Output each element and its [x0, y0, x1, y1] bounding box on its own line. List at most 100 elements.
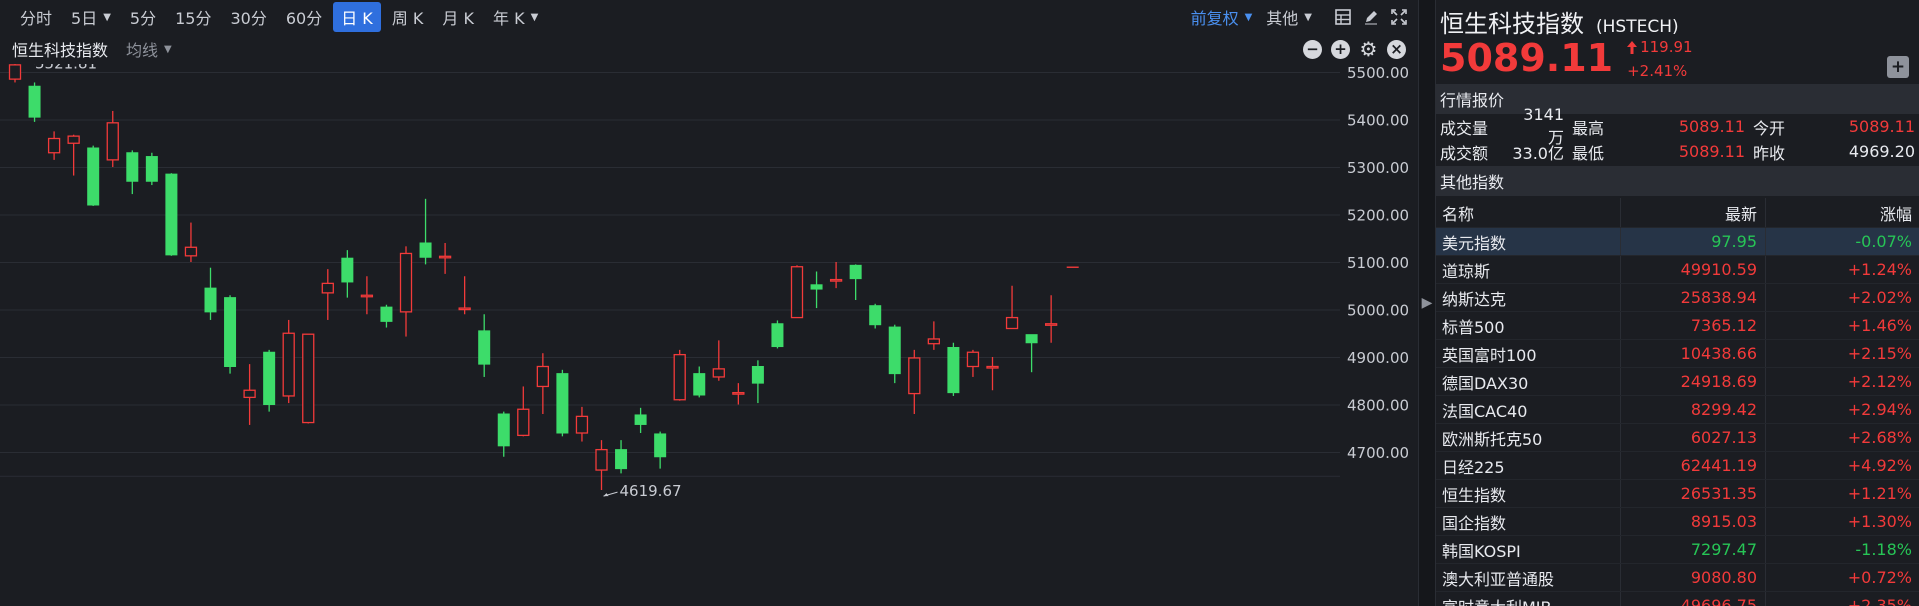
timeframe-tab[interactable]: 5日 ▼ — [63, 2, 119, 32]
candle-body-up — [106, 122, 119, 161]
zoom-out-icon[interactable]: − — [1303, 39, 1322, 59]
candle-body-up — [360, 294, 374, 298]
table-row[interactable]: 恒生指数 26531.35 +1.21% — [1436, 480, 1919, 508]
timeframe-tab[interactable]: 5分 — [122, 2, 164, 32]
timeframe-tab[interactable]: 月 K — [434, 2, 482, 32]
stat-label: 今开 — [1753, 118, 1786, 138]
candle-body-down — [165, 173, 178, 256]
collapse-arrow-icon[interactable]: ▶ — [1422, 295, 1433, 311]
candle-body-up — [927, 338, 940, 345]
change-amount: 119.91 — [1640, 38, 1693, 56]
timeframe-label: 5分 — [129, 9, 157, 28]
stat-label: 成交量 — [1440, 118, 1489, 138]
candle-body-up — [1005, 316, 1019, 330]
zoom-in-icon[interactable]: + — [1331, 39, 1350, 59]
candle-body-up — [184, 246, 198, 257]
grid-layout-icon[interactable] — [1332, 6, 1354, 28]
last-price-cell: 7297.47 — [1621, 536, 1766, 563]
other-section-header: 其他指数 — [1436, 166, 1919, 196]
timeframe-tab[interactable]: 日 K — [333, 2, 381, 32]
change-cell: -1.18% — [1855, 540, 1912, 559]
candle-body-down — [204, 287, 217, 313]
y-tick-label: 4700.00 — [1347, 444, 1409, 462]
pen-draw-icon[interactable] — [1360, 6, 1382, 28]
candle-body-down — [810, 284, 823, 290]
stat-row: 成交额 33.0亿 最低 5089.11 昨收 4969.20 — [1436, 139, 1919, 164]
other-dropdown[interactable]: 其他 ▼ — [1266, 5, 1312, 29]
toolbar-right: 前复权 ▼ 其他 ▼ — [1191, 0, 1410, 34]
timeframe-label: 60分 — [285, 9, 323, 28]
table-row[interactable]: 德国DAX30 24918.69 +2.12% — [1436, 368, 1919, 396]
close-icon[interactable]: × — [1387, 39, 1406, 59]
table-row[interactable]: 纳斯达克 25838.94 +2.02% — [1436, 284, 1919, 312]
change-cell: +2.68% — [1847, 428, 1912, 447]
adjust-dropdown[interactable]: 前复权 ▼ — [1191, 5, 1253, 29]
timeframe-label: 年 K — [493, 9, 525, 28]
y-tick-label: 5400.00 — [1347, 112, 1409, 130]
candle-body-down — [947, 347, 960, 394]
change-cell: +1.24% — [1847, 260, 1912, 279]
timeframe-tab[interactable]: 60分 — [278, 2, 330, 32]
candlestick-plot[interactable]: 5500.00 5400.00 5300.00 5200.00 5100.00 5000.… — [0, 64, 1418, 606]
change-percent: +2.41% — [1627, 62, 1688, 80]
table-header: 名称 最新 涨幅 — [1436, 198, 1919, 228]
column-header-chg[interactable]: 涨幅 — [1766, 198, 1916, 227]
candle-body-down — [771, 323, 784, 348]
add-watchlist-button[interactable]: + — [1887, 56, 1909, 78]
candle-body-up — [1045, 323, 1058, 326]
table-row[interactable]: 法国CAC40 8299.42 +2.94% — [1436, 396, 1919, 424]
index-code: (HSTECH) — [1596, 17, 1679, 37]
table-row[interactable]: 欧洲斯托克50 6027.13 +2.68% — [1436, 424, 1919, 452]
timeframe-tab[interactable]: 15分 — [167, 2, 219, 32]
candle-body-down — [478, 330, 491, 365]
table-row[interactable]: 澳大利亚普通股 9080.80 +0.72% — [1436, 564, 1919, 592]
timeframe-tab[interactable]: 年 K ▼ — [485, 2, 546, 32]
chart-controls: − + ⚙ × — [1294, 34, 1406, 64]
change-cell: +2.02% — [1847, 288, 1912, 307]
table-row[interactable]: 日经225 62441.19 +4.92% — [1436, 452, 1919, 480]
timeframe-label: 月 K — [442, 9, 474, 28]
last-price-cell: 6027.13 — [1621, 424, 1766, 451]
candle-body-up — [399, 252, 413, 313]
table-row[interactable]: 国企指数 8915.03 +1.30% — [1436, 508, 1919, 536]
timeframe-tab[interactable]: 周 K — [384, 2, 432, 32]
candle-body-down — [1025, 334, 1038, 344]
table-row[interactable]: 标普500 7365.12 +1.46% — [1436, 312, 1919, 340]
timeframe-tab[interactable]: 30分 — [222, 2, 274, 32]
candle-body-up — [966, 351, 980, 368]
stat-label: 昨收 — [1753, 143, 1786, 163]
index-name-cell: 富时意大利MIB — [1436, 592, 1621, 606]
candle-body-down — [126, 152, 139, 182]
timeframe-tabs: 分时 5日 ▼ 5分 15分 30分 60分日 K 周 K 月 K 年 K ▼ — [12, 2, 549, 32]
candle-body-up — [712, 368, 725, 378]
change-cell: +1.30% — [1847, 512, 1912, 531]
table-row[interactable]: 道琼斯 49910.59 +1.24% — [1436, 256, 1919, 284]
candle-body-down — [419, 242, 432, 258]
table-row[interactable]: 英国富时100 10438.66 +2.15% — [1436, 340, 1919, 368]
change-value: 119.91 — [1627, 38, 1693, 56]
y-tick-label: 4900.00 — [1347, 349, 1409, 367]
settings-icon[interactable]: ⚙ — [1359, 39, 1378, 59]
change-cell: +0.72% — [1847, 568, 1912, 587]
table-row[interactable]: 美元指数 97.95 -0.07% — [1436, 228, 1919, 256]
candle-body-up — [67, 135, 80, 144]
column-header-last[interactable]: 最新 — [1621, 198, 1766, 227]
column-header-name[interactable]: 名称 — [1436, 198, 1621, 227]
y-tick-label: 5100.00 — [1347, 254, 1409, 272]
table-row[interactable]: 韩国KOSPI 7297.47 -1.18% — [1436, 536, 1919, 564]
index-name-cell: 纳斯达克 — [1436, 284, 1621, 311]
table-row[interactable]: 富时意大利MIB49696.75 +2.35% — [1436, 592, 1919, 606]
ma-dropdown[interactable]: 均线 ▼ — [126, 37, 172, 61]
market-section-title: 行情报价 — [1440, 91, 1505, 110]
chart-header: 恒生科技指数 均线 ▼ — [0, 34, 1418, 64]
timeframe-tab[interactable]: 分时 — [12, 2, 60, 32]
fullscreen-icon[interactable] — [1388, 6, 1410, 28]
last-price-cell: 7365.12 — [1621, 312, 1766, 339]
candle-body-up — [243, 389, 256, 399]
chart-title: 恒生科技指数 — [12, 41, 109, 60]
candle-body-down — [693, 373, 706, 396]
change-cell: +1.21% — [1847, 484, 1912, 503]
chevron-down-icon: ▼ — [530, 11, 539, 23]
index-name-cell: 美元指数 — [1436, 228, 1621, 255]
arrow-up-icon — [1627, 40, 1638, 54]
